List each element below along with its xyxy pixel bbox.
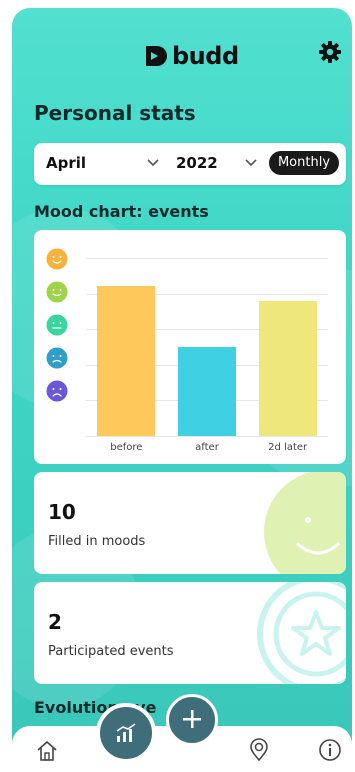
participated-events-count: 2 [48, 610, 62, 634]
sad-face-icon [46, 347, 68, 369]
settings-button[interactable] [318, 40, 342, 68]
neutral-face-icon [46, 314, 68, 336]
page-title: Personal stats [34, 101, 196, 125]
x-tick-label: 2d later [268, 442, 308, 453]
smiley-decoration-icon [264, 472, 346, 574]
location-icon[interactable] [248, 738, 270, 762]
info-icon[interactable] [318, 738, 342, 762]
period-filter: April 2022 Monthly [34, 143, 346, 185]
budd-logo-icon [146, 46, 167, 66]
gear-icon [319, 41, 341, 63]
star-badge-decoration-icon [257, 582, 346, 684]
filled-moods-card: 10 Filled in moods [34, 472, 346, 574]
chevron-down-icon[interactable] [146, 155, 160, 169]
month-select[interactable]: April [46, 154, 86, 172]
chart-bar [178, 347, 236, 436]
brand-logo: budd [144, 42, 239, 70]
add-icon [183, 710, 201, 728]
filled-moods-label: Filled in moods [48, 534, 146, 549]
gridline [86, 258, 328, 259]
period-toggle[interactable]: Monthly [269, 151, 339, 175]
stats-icon [116, 723, 136, 742]
very-happy-face-icon [46, 248, 68, 270]
gridline [86, 436, 328, 437]
app-screen: budd Personal stats April 2022 Monthly M… [12, 8, 352, 772]
year-select[interactable]: 2022 [176, 154, 218, 172]
filled-moods-count: 10 [48, 500, 76, 524]
home-icon[interactable] [36, 740, 58, 762]
happy-face-icon [46, 281, 68, 303]
participated-events-card: 2 Participated events [34, 582, 346, 684]
chart-bar [258, 300, 317, 436]
chart-bar [97, 286, 156, 436]
stats-nav-button[interactable] [96, 703, 156, 763]
brand-name: budd [172, 42, 239, 70]
app-header: budd [12, 38, 352, 78]
x-tick-label: before [110, 442, 143, 453]
mood-chart-card: before after 2d later [34, 230, 346, 464]
add-button[interactable] [166, 694, 218, 746]
x-tick-label: after [195, 442, 219, 453]
chevron-down-icon[interactable] [244, 155, 258, 169]
mood-chart-title: Mood chart: events [34, 202, 209, 221]
very-sad-face-icon [46, 380, 68, 402]
participated-events-label: Participated events [48, 644, 174, 659]
